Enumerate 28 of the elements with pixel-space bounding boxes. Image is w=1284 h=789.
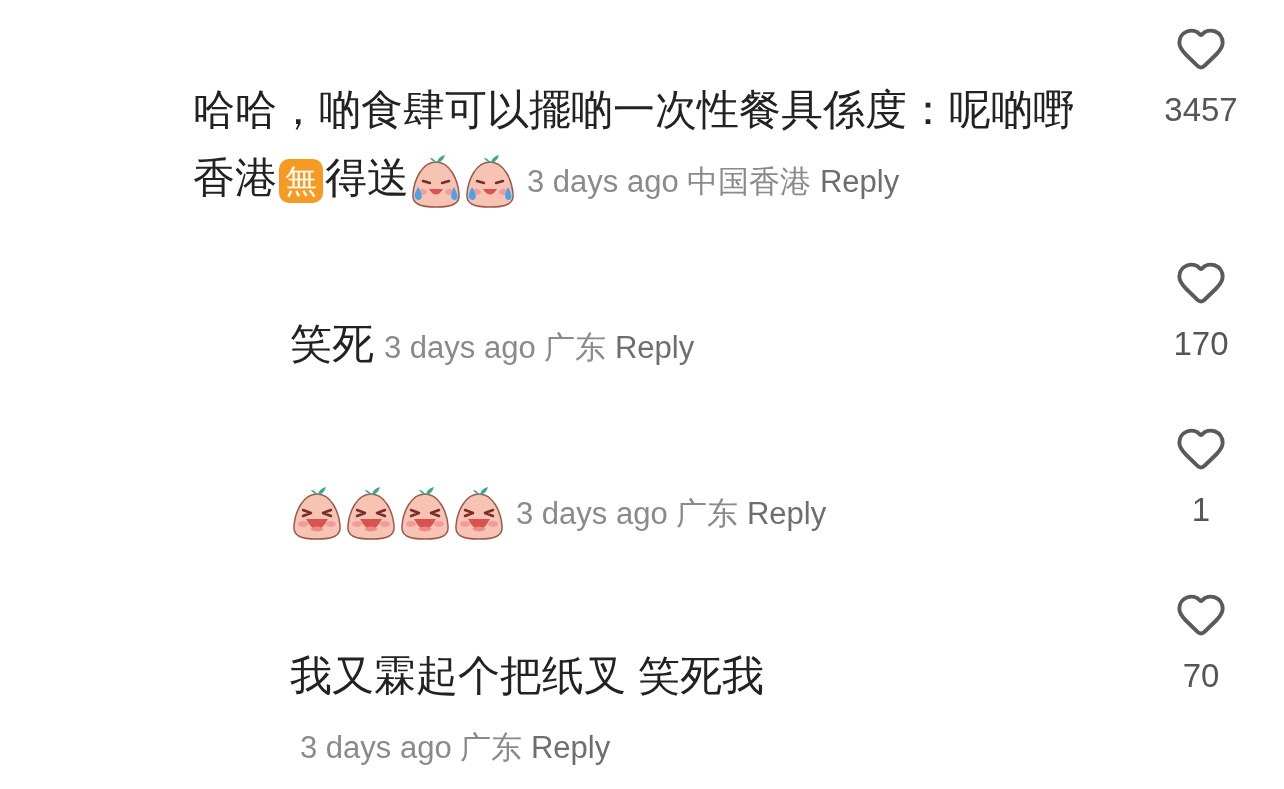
none-emoji-badge: 無 [279, 158, 323, 203]
comment-text: 香港 [193, 154, 277, 201]
laughing-face-icon [291, 485, 343, 540]
like-count: 70 [1182, 656, 1220, 696]
comment-text: 笑死 [290, 320, 374, 367]
crying-face-icon [464, 153, 516, 208]
comment-text: 我又霖起个把纸叉 笑死我 [290, 652, 764, 699]
comment-time: 3 days ago [384, 330, 536, 365]
like-count: 170 [1173, 324, 1229, 364]
comment-location: 广东 [676, 496, 739, 531]
comment-text: 哈哈，啲食肆可以擺啲一次性餐具係度：呢啲嘢 [193, 86, 1075, 133]
reply-link[interactable]: Reply [530, 714, 611, 782]
reply-link[interactable]: Reply [614, 314, 695, 382]
comment-time: 3 days ago [516, 496, 668, 531]
reply-link[interactable]: Reply [746, 480, 827, 548]
laughing-face-icon [399, 485, 451, 540]
comment-time: 3 days ago [527, 164, 679, 199]
like-count: 3457 [1164, 90, 1238, 130]
crying-face-icon [410, 153, 462, 208]
comment-time: 3 days ago [300, 730, 452, 765]
reply-link[interactable]: Reply [819, 148, 900, 216]
comment-location: 广东 [460, 730, 523, 765]
comment-location: 中国香港 [687, 164, 812, 199]
laughing-face-icon [453, 485, 505, 540]
like-count: 1 [1191, 490, 1211, 530]
laughing-face-icon [345, 485, 397, 540]
comment-location: 广东 [544, 330, 607, 365]
comment-text: 得送 [325, 154, 409, 201]
